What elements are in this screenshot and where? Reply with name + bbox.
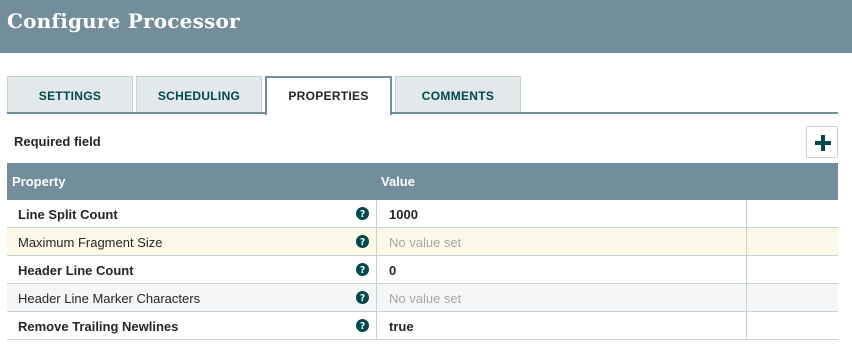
column-divider [746,312,747,339]
help-icon[interactable]: ? [356,235,369,248]
column-divider [376,312,377,339]
tab-settings[interactable]: SETTINGS [7,76,133,114]
svg-text:?: ? [360,265,365,276]
table-row[interactable]: Maximum Fragment Size? No value set [7,228,838,256]
help-icon[interactable]: ? [356,207,369,220]
tab-bar: SETTINGS SCHEDULING PROPERTIES COMMENTS [7,76,838,115]
property-value[interactable]: No value set [389,291,461,306]
table-row[interactable]: Line Split Count? 1000 [7,200,838,228]
property-name: Header Line Marker Characters [18,291,201,306]
help-icon[interactable]: ? [356,263,369,276]
properties-table: Property Value Line Split Count? 1000 Maxi… [7,163,838,340]
dialog-title: Configure Processor [7,9,240,33]
column-divider [376,256,377,283]
column-divider [376,284,377,311]
property-value[interactable]: 0 [389,263,396,278]
tab-underline [7,112,838,114]
column-header-value: Value [381,174,415,189]
tab-scheduling[interactable]: SCHEDULING [136,76,262,114]
table-row[interactable]: Header Line Marker Characters? No value s… [7,284,838,312]
property-value[interactable]: 1000 [389,207,418,222]
plus-icon [815,135,831,151]
column-divider [376,228,377,255]
table-header: Property Value [7,163,838,200]
svg-text:?: ? [360,293,365,304]
property-name: Line Split Count [18,207,118,222]
required-field-label: Required field [14,134,101,149]
column-divider [746,284,747,311]
svg-text:?: ? [360,209,365,220]
table-row[interactable]: Header Line Count? 0 [7,256,838,284]
property-name: Remove Trailing Newlines [18,319,179,334]
property-value[interactable]: true [389,319,414,334]
column-divider [746,256,747,283]
tab-comments[interactable]: COMMENTS [395,76,521,114]
help-icon[interactable]: ? [356,291,369,304]
column-header-property: Property [12,174,66,189]
svg-text:?: ? [360,237,365,248]
dialog-header: Configure Processor [0,0,852,53]
svg-text:?: ? [360,321,365,332]
column-divider [376,200,377,227]
table-row[interactable]: Remove Trailing Newlines? true [7,312,838,340]
column-divider [746,200,747,227]
property-value[interactable]: No value set [389,235,461,250]
property-name: Maximum Fragment Size [18,235,163,250]
add-property-button[interactable] [806,126,838,158]
help-icon[interactable]: ? [356,319,369,332]
property-name: Header Line Count [18,263,134,278]
column-divider [746,228,747,255]
tab-properties[interactable]: PROPERTIES [265,76,392,115]
